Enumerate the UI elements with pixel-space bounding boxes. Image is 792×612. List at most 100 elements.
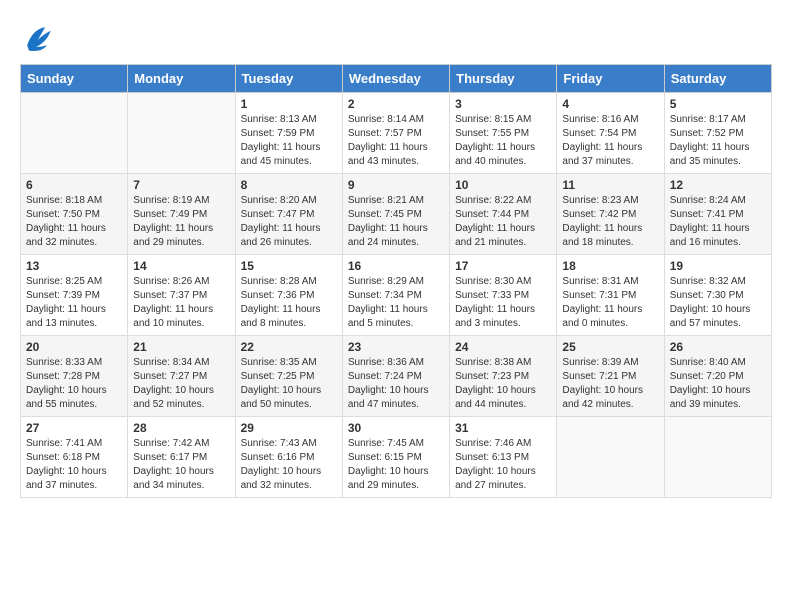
calendar-header-thursday: Thursday [450, 65, 557, 93]
calendar-header-saturday: Saturday [664, 65, 771, 93]
day-number: 4 [562, 97, 658, 111]
calendar-cell: 17 Sunrise: 8:30 AM Sunset: 7:33 PM Dayli… [450, 255, 557, 336]
day-info: Sunrise: 7:45 AM Sunset: 6:15 PM Dayligh… [348, 437, 444, 493]
day-info: Sunrise: 7:43 AM Sunset: 6:16 PM Dayligh… [241, 437, 337, 493]
calendar-week-1: 1 Sunrise: 8:13 AM Sunset: 7:59 PM Daylig… [21, 93, 772, 174]
day-number: 12 [670, 178, 766, 192]
day-info: Sunrise: 8:32 AM Sunset: 7:30 PM Dayligh… [670, 275, 766, 331]
day-number: 13 [26, 259, 122, 273]
day-number: 20 [26, 340, 122, 354]
calendar-cell: 16 Sunrise: 8:29 AM Sunset: 7:34 PM Dayli… [342, 255, 449, 336]
day-number: 27 [26, 421, 122, 435]
day-info: Sunrise: 8:29 AM Sunset: 7:34 PM Dayligh… [348, 275, 444, 331]
calendar-cell: 9 Sunrise: 8:21 AM Sunset: 7:45 PM Daylig… [342, 174, 449, 255]
day-info: Sunrise: 8:18 AM Sunset: 7:50 PM Dayligh… [26, 194, 122, 250]
day-number: 25 [562, 340, 658, 354]
calendar-cell: 14Sunrise: 8:26 AM Sunset: 7:37 PM Dayli… [128, 255, 235, 336]
calendar-cell: 18Sunrise: 8:31 AM Sunset: 7:31 PM Dayli… [557, 255, 664, 336]
day-number: 19 [670, 259, 766, 273]
calendar-cell [128, 93, 235, 174]
day-number: 11 [562, 178, 658, 192]
calendar-cell [21, 93, 128, 174]
calendar-cell: 23Sunrise: 8:36 AM Sunset: 7:24 PM Dayli… [342, 336, 449, 417]
day-info: Sunrise: 8:33 AM Sunset: 7:28 PM Dayligh… [26, 356, 122, 412]
day-info: Sunrise: 7:41 AM Sunset: 6:18 PM Dayligh… [26, 437, 122, 493]
calendar-cell [664, 417, 771, 498]
calendar-cell: 13 Sunrise: 8:25 AM Sunset: 7:39 PM Dayli… [21, 255, 128, 336]
calendar-week-2: 6 Sunrise: 8:18 AM Sunset: 7:50 PM Daylig… [21, 174, 772, 255]
calendar-cell: 7 Sunrise: 8:19 AM Sunset: 7:49 PM Daylig… [128, 174, 235, 255]
day-number: 29 [241, 421, 337, 435]
calendar-table: SundayMondayTuesdayWednesdayThursdayFrid… [20, 64, 772, 498]
day-info: Sunrise: 8:16 AM Sunset: 7:54 PM Dayligh… [562, 113, 658, 169]
day-info: Sunrise: 8:25 AM Sunset: 7:39 PM Dayligh… [26, 275, 122, 331]
calendar-cell: 21Sunrise: 8:34 AM Sunset: 7:27 PM Dayli… [128, 336, 235, 417]
day-number: 17 [455, 259, 551, 273]
day-number: 31 [455, 421, 551, 435]
day-number: 6 [26, 178, 122, 192]
day-info: Sunrise: 8:30 AM Sunset: 7:33 PM Dayligh… [455, 275, 551, 331]
day-number: 30 [348, 421, 444, 435]
calendar-cell: 5 Sunrise: 8:17 AM Sunset: 7:52 PM Daylig… [664, 93, 771, 174]
calendar-week-5: 27 Sunrise: 7:41 AM Sunset: 6:18 PM Dayli… [21, 417, 772, 498]
day-number: 28 [133, 421, 229, 435]
calendar-header-tuesday: Tuesday [235, 65, 342, 93]
calendar-header-friday: Friday [557, 65, 664, 93]
day-number: 14 [133, 259, 229, 273]
day-info: Sunrise: 8:21 AM Sunset: 7:45 PM Dayligh… [348, 194, 444, 250]
calendar-cell: 20 Sunrise: 8:33 AM Sunset: 7:28 PM Dayli… [21, 336, 128, 417]
day-info: Sunrise: 8:15 AM Sunset: 7:55 PM Dayligh… [455, 113, 551, 169]
calendar-header-row: SundayMondayTuesdayWednesdayThursdayFrid… [21, 65, 772, 93]
logo [20, 20, 60, 56]
day-info: Sunrise: 7:46 AM Sunset: 6:13 PM Dayligh… [455, 437, 551, 493]
calendar-cell: 6 Sunrise: 8:18 AM Sunset: 7:50 PM Daylig… [21, 174, 128, 255]
day-number: 22 [241, 340, 337, 354]
day-info: Sunrise: 8:14 AM Sunset: 7:57 PM Dayligh… [348, 113, 444, 169]
day-number: 9 [348, 178, 444, 192]
day-info: Sunrise: 8:17 AM Sunset: 7:52 PM Dayligh… [670, 113, 766, 169]
calendar-cell: 31 Sunrise: 7:46 AM Sunset: 6:13 PM Dayli… [450, 417, 557, 498]
calendar-cell: 11 Sunrise: 8:23 AM Sunset: 7:42 PM Dayli… [557, 174, 664, 255]
calendar-cell: 15Sunrise: 8:28 AM Sunset: 7:36 PM Dayli… [235, 255, 342, 336]
day-info: Sunrise: 8:35 AM Sunset: 7:25 PM Dayligh… [241, 356, 337, 412]
calendar-cell: 22 Sunrise: 8:35 AM Sunset: 7:25 PM Dayli… [235, 336, 342, 417]
day-info: Sunrise: 7:42 AM Sunset: 6:17 PM Dayligh… [133, 437, 229, 493]
day-info: Sunrise: 8:39 AM Sunset: 7:21 PM Dayligh… [562, 356, 658, 412]
day-number: 21 [133, 340, 229, 354]
day-info: Sunrise: 8:24 AM Sunset: 7:41 PM Dayligh… [670, 194, 766, 250]
calendar-cell: 24 Sunrise: 8:38 AM Sunset: 7:23 PM Dayli… [450, 336, 557, 417]
calendar-cell: 30 Sunrise: 7:45 AM Sunset: 6:15 PM Dayli… [342, 417, 449, 498]
day-info: Sunrise: 8:28 AM Sunset: 7:36 PM Dayligh… [241, 275, 337, 331]
calendar-cell: 3Sunrise: 8:15 AM Sunset: 7:55 PM Daylig… [450, 93, 557, 174]
calendar-cell: 27 Sunrise: 7:41 AM Sunset: 6:18 PM Dayli… [21, 417, 128, 498]
calendar-cell: 10 Sunrise: 8:22 AM Sunset: 7:44 PM Dayli… [450, 174, 557, 255]
day-number: 24 [455, 340, 551, 354]
day-info: Sunrise: 8:13 AM Sunset: 7:59 PM Dayligh… [241, 113, 337, 169]
calendar-cell: 26Sunrise: 8:40 AM Sunset: 7:20 PM Dayli… [664, 336, 771, 417]
day-number: 26 [670, 340, 766, 354]
day-number: 5 [670, 97, 766, 111]
calendar-cell: 12 Sunrise: 8:24 AM Sunset: 7:41 PM Dayli… [664, 174, 771, 255]
calendar-week-4: 20 Sunrise: 8:33 AM Sunset: 7:28 PM Dayli… [21, 336, 772, 417]
calendar-week-3: 13 Sunrise: 8:25 AM Sunset: 7:39 PM Dayli… [21, 255, 772, 336]
calendar-cell [557, 417, 664, 498]
day-info: Sunrise: 8:23 AM Sunset: 7:42 PM Dayligh… [562, 194, 658, 250]
day-number: 10 [455, 178, 551, 192]
day-number: 8 [241, 178, 337, 192]
calendar-cell: 8Sunrise: 8:20 AM Sunset: 7:47 PM Daylig… [235, 174, 342, 255]
day-number: 16 [348, 259, 444, 273]
calendar-header-monday: Monday [128, 65, 235, 93]
day-number: 1 [241, 97, 337, 111]
day-number: 7 [133, 178, 229, 192]
calendar-header-sunday: Sunday [21, 65, 128, 93]
day-info: Sunrise: 8:22 AM Sunset: 7:44 PM Dayligh… [455, 194, 551, 250]
day-number: 23 [348, 340, 444, 354]
day-info: Sunrise: 8:38 AM Sunset: 7:23 PM Dayligh… [455, 356, 551, 412]
day-number: 2 [348, 97, 444, 111]
header [20, 20, 772, 56]
calendar-cell: 2 Sunrise: 8:14 AM Sunset: 7:57 PM Daylig… [342, 93, 449, 174]
day-info: Sunrise: 8:19 AM Sunset: 7:49 PM Dayligh… [133, 194, 229, 250]
calendar-cell: 29 Sunrise: 7:43 AM Sunset: 6:16 PM Dayli… [235, 417, 342, 498]
day-info: Sunrise: 8:31 AM Sunset: 7:31 PM Dayligh… [562, 275, 658, 331]
calendar-cell: 4 Sunrise: 8:16 AM Sunset: 7:54 PM Daylig… [557, 93, 664, 174]
